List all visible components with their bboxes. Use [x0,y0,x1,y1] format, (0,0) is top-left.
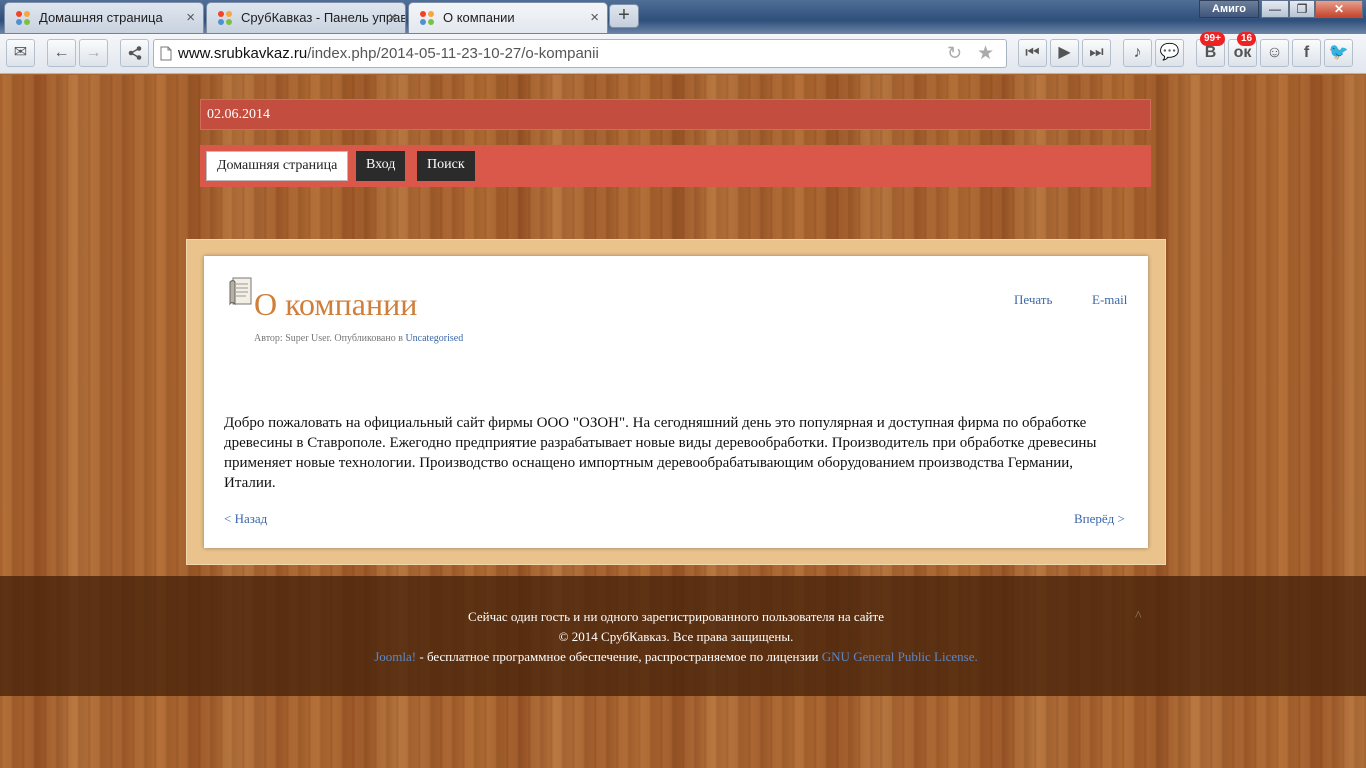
copyright: © 2014 СрубКавказ. Все права защищены. [558,629,794,644]
online-status: Сейчас один гость и ни одного зарегистри… [468,609,884,624]
print-link[interactable]: Печать [1014,292,1052,308]
article-icon [229,277,252,306]
reload-icon[interactable]: ↻ [947,43,962,64]
joomla-icon [420,11,434,25]
forward-icon[interactable]: → [79,39,108,67]
date-bar: 02.06.2014 [200,99,1151,130]
mail-icon[interactable]: ✉ [6,39,35,67]
play-icon[interactable]: ▶ [1050,39,1079,67]
joomla-icon [16,11,30,25]
new-tab-button[interactable]: + [609,4,639,28]
back-to-top-icon[interactable]: ^ [1135,609,1142,625]
chat-icon[interactable]: 💬 [1155,39,1184,67]
joomla-icon [218,11,232,25]
main-menu: Домашняя страница Вход Поиск [200,145,1151,187]
close-tab-icon[interactable]: × [186,9,195,26]
article-card: О компании Автор: Super User. Опубликова… [204,256,1148,548]
article-title: О компании [254,286,418,322]
tab-about[interactable]: О компании × [408,2,608,33]
ok-badge: 16 [1237,32,1257,46]
minimize-icon[interactable]: — [1261,0,1289,18]
gpl-link[interactable]: GNU General Public License. [822,649,978,664]
odnoklassniki-icon[interactable]: ок 16 [1228,32,1257,67]
email-link[interactable]: E-mail [1092,292,1127,308]
vk-icon[interactable]: В 99+ [1196,32,1225,67]
web-page: 02.06.2014 Домашняя страница Вход Поиск … [0,75,1366,768]
close-window-icon[interactable]: ✕ [1315,0,1363,18]
next-article-link[interactable]: Вперёд > [1074,511,1125,527]
category-link[interactable]: Uncategorised [405,333,463,344]
license-line: Joomla! - бесплатное программное обеспеч… [374,649,978,664]
article-meta: Автор: Super User. Опубликовано в Uncate… [254,333,464,344]
joomla-link[interactable]: Joomla! [374,649,416,664]
share-glyph [128,46,141,60]
share-icon[interactable] [120,39,149,67]
close-tab-icon[interactable]: × [388,9,397,26]
address-bar[interactable]: www.srubkavkaz.ru/index.php/2014-05-11-2… [153,39,1007,68]
browser-toolbar: ✉ ← → www.srubkavkaz.ru/index.php/2014-0… [0,32,1366,74]
nav-search[interactable]: Поиск [417,151,475,181]
vk-badge: 99+ [1200,32,1225,46]
page-icon [160,46,172,61]
tab-label: Домашняя страница [39,10,163,25]
tab-home[interactable]: Домашняя страница × [4,2,204,33]
article-body: Добро пожаловать на официальный сайт фир… [224,415,1097,491]
nav-login[interactable]: Вход [356,151,406,181]
friends-icon[interactable]: ☺ [1260,39,1289,67]
tab-label: О компании [443,10,515,25]
browser-tab-bar: Домашняя страница × СрубКавказ - Панель … [0,0,1366,34]
prev-article-link[interactable]: < Назад [224,511,267,527]
music-icon[interactable]: ♪ [1123,39,1152,67]
url-text: www.srubkavkaz.ru/index.php/2014-05-11-2… [178,45,599,62]
tab-admin-panel[interactable]: СрубКавказ - Панель управ × [206,2,406,33]
facebook-icon[interactable]: f [1292,39,1321,67]
profile-button[interactable]: Амиго [1199,0,1259,18]
current-date: 02.06.2014 [207,107,270,122]
next-track-icon[interactable]: ⏭ [1082,39,1111,67]
site-footer: Сейчас один гость и ни одного зарегистри… [0,576,1366,696]
back-icon[interactable]: ← [47,39,76,67]
nav-home[interactable]: Домашняя страница [206,151,349,181]
tab-label: СрубКавказ - Панель управ [241,10,406,25]
star-icon[interactable]: ★ [977,42,994,65]
restore-icon[interactable]: ❐ [1289,0,1315,18]
prev-track-icon[interactable]: ⏮ [1018,39,1047,67]
close-tab-icon[interactable]: × [590,9,599,26]
twitter-icon[interactable]: 🐦 [1324,39,1353,67]
